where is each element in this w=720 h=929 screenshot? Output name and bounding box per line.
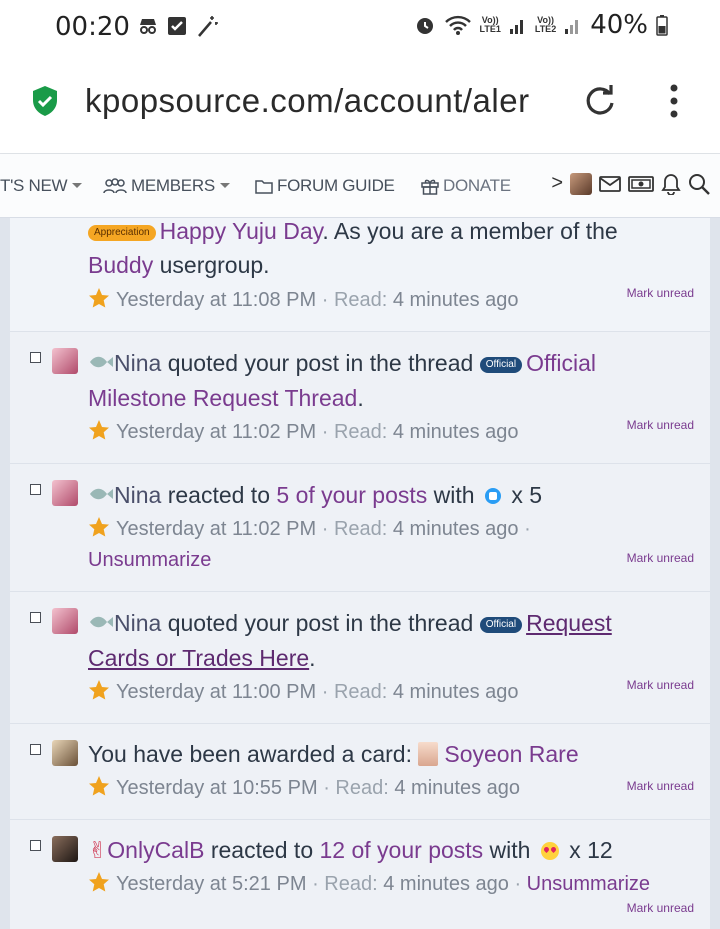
alert-link[interactable]: Happy Yuju Day bbox=[160, 218, 323, 244]
fish-icon bbox=[90, 488, 113, 500]
card-thumbnail bbox=[418, 742, 439, 766]
nav-donate[interactable]: DONATE bbox=[421, 176, 511, 196]
official-badge: Official bbox=[479, 357, 523, 373]
alert-checkbox[interactable] bbox=[30, 484, 41, 495]
unsummarize-link[interactable]: Unsummarize bbox=[527, 873, 650, 895]
avatar[interactable] bbox=[52, 740, 78, 766]
star-icon bbox=[89, 288, 109, 308]
fish-icon bbox=[90, 616, 113, 628]
list-item: Nina quoted your post in the thread Offi… bbox=[10, 332, 710, 464]
gift-icon bbox=[421, 179, 439, 195]
card-link[interactable]: Soyeon Rare bbox=[444, 741, 578, 767]
user-link[interactable]: Nina bbox=[114, 610, 161, 636]
browser-address-bar: kpopsource.com/account/aler bbox=[0, 52, 720, 154]
users-icon bbox=[103, 178, 127, 194]
user-link[interactable]: Nina bbox=[114, 482, 161, 508]
nav-more-arrow[interactable]: > bbox=[551, 172, 563, 195]
status-bar: 00:20 Vo)) LTE1 Vo)) LTE2 40% bbox=[0, 0, 720, 52]
thread-link[interactable]: Official bbox=[526, 350, 596, 376]
incognito-icon bbox=[140, 19, 156, 34]
list-item: You have been awarded a card: Soyeon Rar… bbox=[10, 724, 710, 820]
mark-unread-link[interactable]: Mark unread bbox=[627, 551, 694, 565]
list-item: Nina reacted to 5 of your posts with x 5… bbox=[10, 464, 710, 592]
mail-icon[interactable] bbox=[599, 175, 621, 192]
unsummarize-link[interactable]: Unsummarize bbox=[88, 549, 211, 571]
nav-whats-new[interactable]: T'S NEW bbox=[0, 176, 83, 196]
appreciation-badge: Appreciation bbox=[88, 225, 156, 241]
star-icon bbox=[89, 680, 109, 700]
avatar[interactable] bbox=[52, 480, 78, 506]
posts-link[interactable]: 5 of your posts bbox=[276, 482, 427, 508]
reload-icon[interactable] bbox=[583, 83, 617, 117]
nav-members[interactable]: MEMBERS bbox=[103, 176, 231, 196]
star-icon bbox=[89, 420, 109, 440]
url-field[interactable]: kpopsource.com/account/aler bbox=[85, 82, 563, 120]
user-link[interactable]: OnlyCalB bbox=[107, 837, 204, 863]
thread-link[interactable]: Cards or Trades Here bbox=[88, 645, 309, 671]
chevron-down-icon bbox=[72, 183, 83, 188]
more-options-icon[interactable] bbox=[670, 84, 678, 118]
mark-unread-link[interactable]: Mark unread bbox=[627, 901, 694, 915]
list-item: Nina quoted your post in the thread Offi… bbox=[10, 592, 710, 724]
search-icon[interactable] bbox=[688, 173, 710, 195]
list-item: ✌OnlyCalB reacted to 12 of your posts wi… bbox=[10, 820, 710, 929]
mark-unread-link[interactable]: Mark unread bbox=[627, 418, 694, 432]
alert-checkbox[interactable] bbox=[30, 744, 41, 755]
signal-1-icon bbox=[509, 20, 523, 34]
victory-hand-icon: ✌ bbox=[88, 837, 108, 863]
nav-forum-guide[interactable]: FORUM GUIDE bbox=[255, 176, 395, 196]
official-badge: Official bbox=[479, 617, 523, 633]
alarm-icon bbox=[416, 18, 433, 34]
mark-unread-link[interactable]: Mark unread bbox=[627, 286, 694, 300]
avatar[interactable] bbox=[52, 348, 78, 374]
user-link[interactable]: Nina bbox=[114, 350, 161, 376]
alert-link[interactable]: Buddy bbox=[88, 252, 153, 278]
avatar[interactable] bbox=[570, 172, 592, 195]
folder-icon bbox=[255, 179, 273, 194]
alerts-list: Appreciation Happy Yuju Day. As you are a… bbox=[10, 218, 710, 929]
thread-link[interactable]: Milestone Request Thread bbox=[88, 385, 357, 411]
star-icon bbox=[89, 872, 109, 892]
list-item: Appreciation Happy Yuju Day. As you are a… bbox=[10, 218, 710, 332]
avatar[interactable] bbox=[52, 836, 78, 862]
cash-icon[interactable] bbox=[628, 175, 654, 192]
avatar[interactable] bbox=[52, 608, 78, 634]
fish-icon bbox=[90, 356, 113, 368]
signal-2-icon bbox=[565, 20, 579, 34]
network-1: Vo)) LTE1 bbox=[479, 15, 501, 34]
forum-nav: T'S NEW MEMBERS FORUM GUIDE DONATE > bbox=[0, 154, 720, 218]
network-2: Vo)) LTE2 bbox=[534, 15, 557, 34]
mark-unread-link[interactable]: Mark unread bbox=[627, 779, 694, 793]
battery-icon bbox=[656, 15, 668, 36]
like-reaction-icon bbox=[484, 488, 501, 504]
clock: 00:20 bbox=[55, 12, 130, 42]
wifi-icon bbox=[444, 15, 471, 35]
battery-percent: 40% bbox=[590, 10, 648, 40]
mark-unread-link[interactable]: Mark unread bbox=[627, 678, 694, 692]
checkbox-notification-icon bbox=[168, 17, 186, 35]
alert-checkbox[interactable] bbox=[30, 840, 41, 851]
thread-link[interactable]: Request bbox=[526, 610, 612, 636]
chevron-down-icon bbox=[219, 183, 230, 188]
magic-wand-icon bbox=[198, 16, 218, 37]
bell-icon[interactable] bbox=[661, 173, 681, 195]
star-icon bbox=[89, 517, 109, 537]
heart-eyes-reaction-icon bbox=[540, 842, 559, 860]
secure-shield-icon[interactable] bbox=[31, 85, 59, 117]
posts-link[interactable]: 12 of your posts bbox=[320, 837, 484, 863]
alert-checkbox[interactable] bbox=[30, 612, 41, 623]
alert-checkbox[interactable] bbox=[30, 352, 41, 363]
star-icon bbox=[89, 776, 109, 796]
